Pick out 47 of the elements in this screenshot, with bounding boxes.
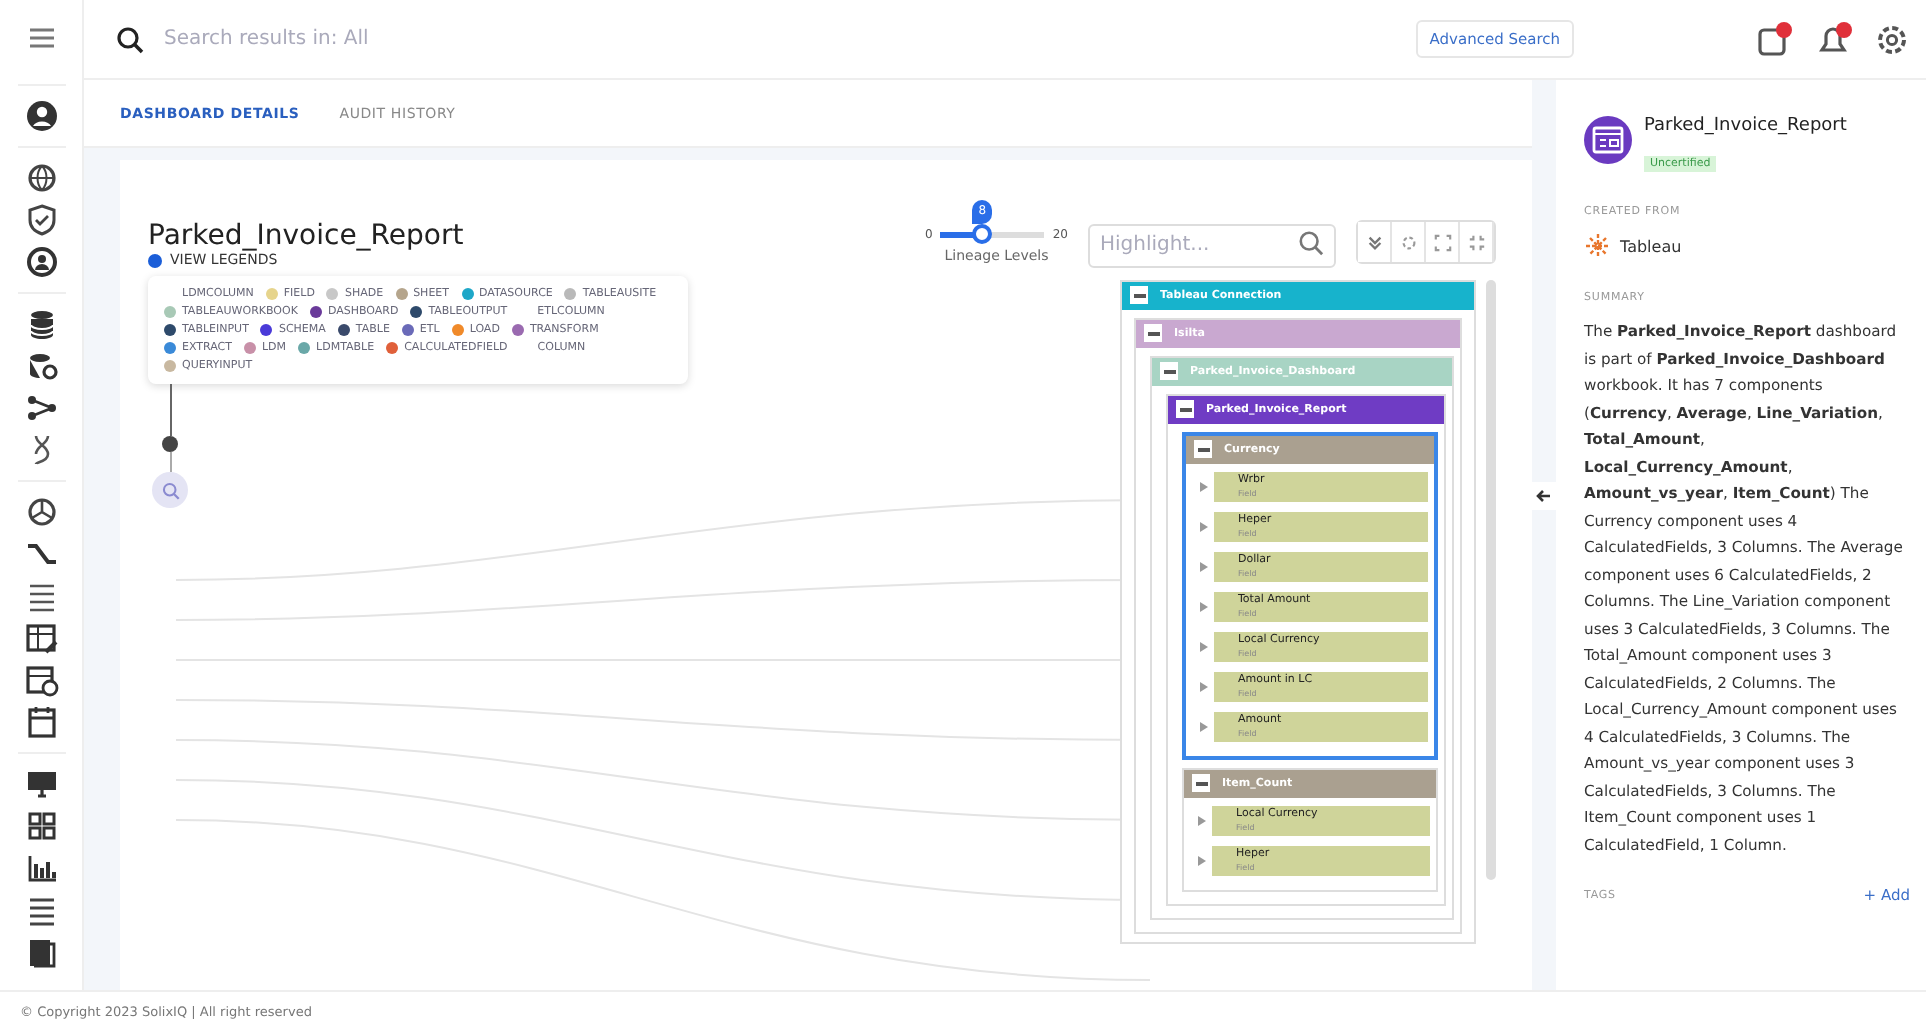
user-icon[interactable]: [23, 98, 59, 134]
tableau-logo-icon: [1584, 232, 1612, 260]
calendar-icon[interactable]: [23, 704, 59, 740]
table-edit-icon[interactable]: [23, 620, 59, 656]
search-field[interactable]: Search results in: All: [160, 26, 1416, 52]
search-icon: [1298, 230, 1324, 256]
report-title: Parked_Invoice_Report: [148, 220, 466, 252]
monitor-icon[interactable]: [23, 766, 59, 802]
notification-icon[interactable]: [1754, 19, 1794, 59]
crosshair-icon: [1399, 233, 1417, 251]
collapse-icon[interactable]: [1130, 286, 1148, 304]
dashboard-title: Parked_Invoice_Report: [1644, 116, 1847, 136]
double-chevron-icon: [1365, 233, 1383, 251]
grid-icon[interactable]: [23, 808, 59, 844]
expand-icon: [1433, 233, 1451, 251]
highlight-field[interactable]: Highlight...: [1088, 223, 1336, 267]
expand-arrow-icon[interactable]: [1200, 521, 1208, 531]
globe-icon[interactable]: [23, 160, 59, 196]
shrink-icon: [1467, 233, 1485, 251]
expand-arrow-icon[interactable]: [1200, 561, 1208, 571]
user-badge-icon[interactable]: [23, 244, 59, 280]
bar-chart-icon[interactable]: [23, 850, 59, 886]
search-icon: [116, 25, 144, 53]
branch-icon[interactable]: [23, 390, 59, 426]
slider-thumb[interactable]: [972, 224, 993, 244]
collapse-icon[interactable]: [1160, 362, 1178, 380]
collapse-icon[interactable]: [1192, 774, 1210, 792]
network-icon[interactable]: [23, 494, 59, 530]
expand-arrow-icon[interactable]: [1198, 855, 1206, 865]
settings-icon[interactable]: [1874, 21, 1910, 57]
arrow-left-icon: [1536, 487, 1552, 503]
collapse-icon[interactable]: [1144, 324, 1162, 342]
collapse-button[interactable]: [1358, 222, 1392, 262]
lineage-node-drawing: [152, 384, 188, 508]
source-name: Tableau: [1620, 237, 1682, 255]
expand-arrow-icon[interactable]: [1200, 481, 1208, 491]
expand-arrow-icon[interactable]: [1200, 601, 1208, 611]
expand-arrow-icon[interactable]: [1200, 681, 1208, 691]
collapse-icon[interactable]: [1194, 440, 1212, 458]
collapse-icon[interactable]: [1176, 400, 1194, 418]
calendar-clock-icon[interactable]: [23, 662, 59, 698]
expand-arrow-icon[interactable]: [1200, 641, 1208, 651]
expand-arrow-icon[interactable]: [1198, 815, 1206, 825]
dashboard-icon: [1584, 116, 1632, 164]
scrollbar[interactable]: [1486, 279, 1496, 879]
shield-icon[interactable]: [23, 202, 59, 238]
expand-arrow-icon[interactable]: [1200, 721, 1208, 731]
